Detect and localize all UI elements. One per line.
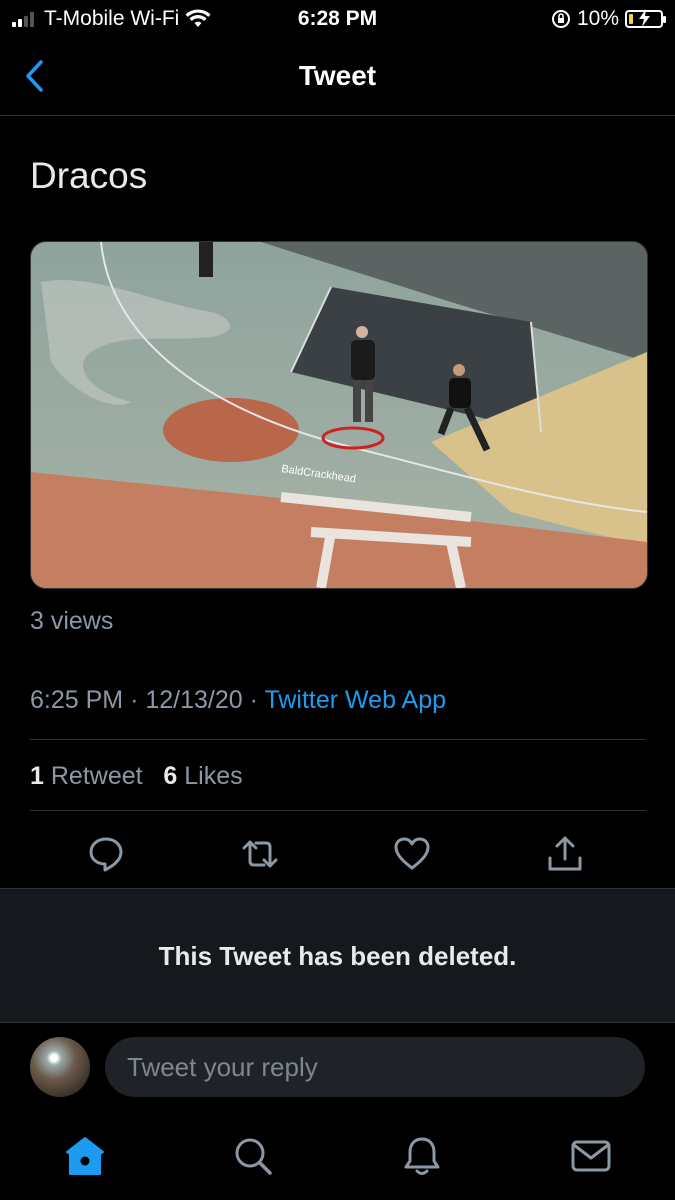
tweet-date: 12/13/20 [145, 686, 243, 714]
retweet-stat[interactable]: 1 Retweet [30, 762, 143, 790]
like-label: Likes [184, 762, 243, 790]
tweet-time: 6:25 PM [30, 686, 124, 714]
page-title: Tweet [298, 60, 377, 91]
retweet-icon[interactable] [240, 834, 280, 874]
search-icon[interactable] [231, 1134, 275, 1178]
avatar[interactable] [30, 1037, 90, 1097]
reply-icon[interactable] [86, 834, 126, 874]
divider [30, 739, 646, 740]
retweet-label: Retweet [50, 762, 143, 790]
deleted-tweet-notice: This Tweet has been deleted. [0, 888, 675, 1023]
tweet-video[interactable]: BaldCrackhead [30, 241, 648, 589]
tweet-text: Dracos [30, 155, 148, 196]
battery-percent: 10% [576, 7, 619, 30]
tweet-stats: 1 Retweet 6 Likes [30, 762, 243, 791]
tweet-meta: 6:25 PM · 12/13/20 · Twitter Web App [30, 686, 446, 715]
orientation-lock-icon [551, 10, 570, 28]
battery-icon [625, 9, 666, 28]
reply-input[interactable] [105, 1037, 645, 1097]
messages-icon[interactable] [569, 1134, 613, 1178]
reply-bar [0, 1022, 675, 1117]
tweet-actions [0, 828, 675, 878]
tab-bar [0, 1120, 675, 1200]
video-frame: BaldCrackhead [31, 242, 647, 588]
home-icon[interactable] [63, 1134, 107, 1178]
notifications-icon[interactable] [400, 1134, 444, 1178]
divider [30, 810, 646, 811]
meta-separator: · [130, 686, 146, 714]
like-stat[interactable]: 6 Likes [163, 762, 242, 790]
status-bar: T-Mobile Wi-Fi 6:28 PM 10% [0, 0, 675, 40]
like-count: 6 [163, 762, 178, 790]
deleted-tweet-text: This Tweet has been deleted. [158, 941, 517, 971]
share-icon[interactable] [545, 834, 585, 874]
retweet-count: 1 [30, 762, 44, 790]
like-icon[interactable] [392, 834, 432, 874]
meta-separator: · [249, 686, 265, 714]
tweet-source-link[interactable]: Twitter Web App [264, 686, 446, 714]
view-count: 3 views [30, 607, 114, 635]
nav-header: Tweet [0, 40, 675, 116]
